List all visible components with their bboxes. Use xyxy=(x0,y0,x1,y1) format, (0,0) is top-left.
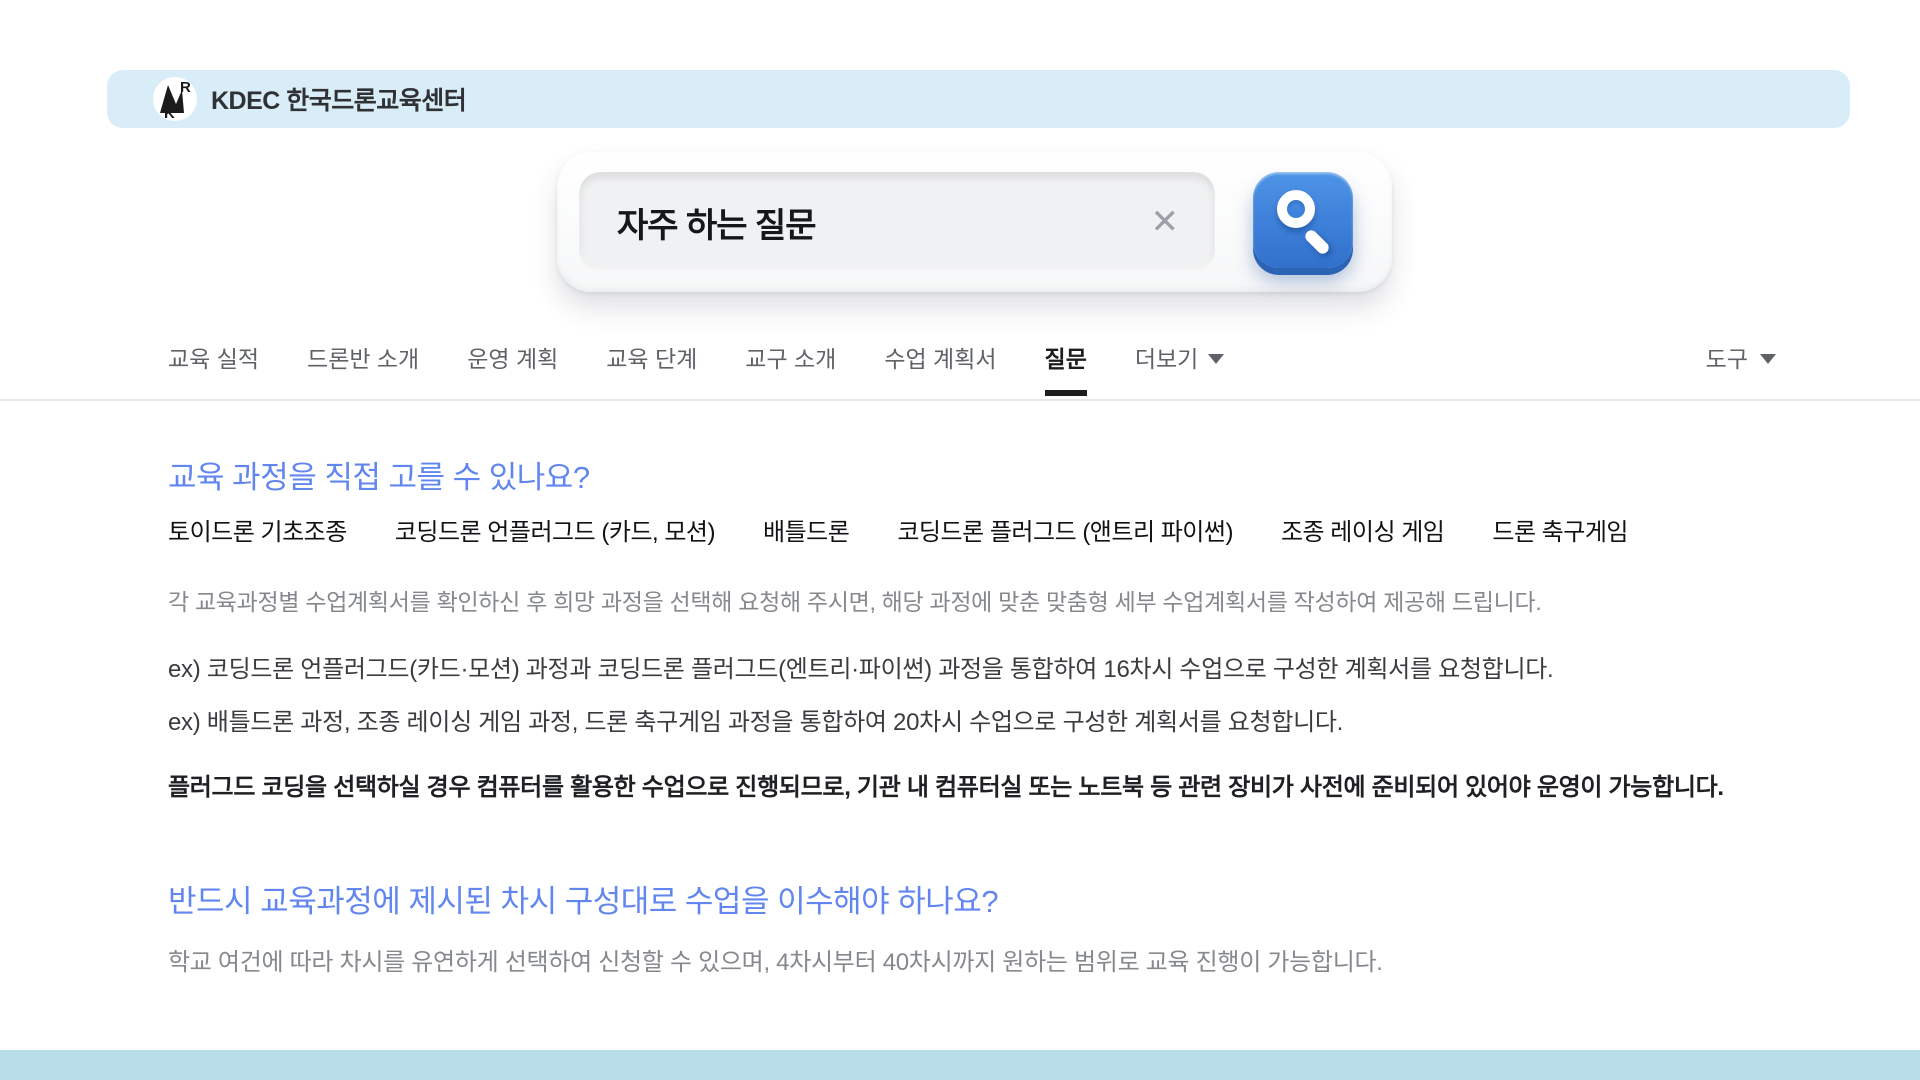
nav-divider xyxy=(0,399,1920,401)
header-banner: R K KDEC 한국드론교육센터 xyxy=(107,70,1850,128)
tab-drone-class-intro[interactable]: 드론반 소개 xyxy=(307,340,419,374)
course-item-toy-drone[interactable]: 토이드론 기초조종 xyxy=(168,512,347,547)
tab-operation-plan[interactable]: 운영 계획 xyxy=(467,340,558,374)
tab-questions[interactable]: 질문 xyxy=(1045,340,1087,374)
footer-bar xyxy=(0,1050,1920,1080)
brand-title: KDEC 한국드론교육센터 xyxy=(211,81,466,117)
faq2-description: 학교 여건에 따라 차시를 유연하게 선택하여 신청할 수 있으며, 4차시부터… xyxy=(168,942,1383,977)
faq1-example-2: ex) 배틀드론 과정, 조종 레이싱 게임 과정, 드론 축구게임 과정을 통… xyxy=(168,702,1343,737)
faq1-example-1: ex) 코딩드론 언플러그드(카드·모션) 과정과 코딩드론 플러그드(엔트리·… xyxy=(168,649,1553,684)
svg-text:K: K xyxy=(164,105,175,121)
search-bar: 자주 하는 질문 ✕ xyxy=(557,152,1392,292)
magnifier-handle-icon xyxy=(1303,228,1331,256)
course-item-coding-plugged[interactable]: 코딩드론 플러그드 (앤트리 파이썬) xyxy=(897,512,1233,547)
tab-teaching-tools[interactable]: 교구 소개 xyxy=(745,340,836,374)
nav-tabs: 교육 실적 드론반 소개 운영 계획 교육 단계 교구 소개 수업 계획서 질문… xyxy=(168,332,1224,382)
magnifier-icon xyxy=(1277,190,1315,228)
faq1-description: 각 교육과정별 수업계획서를 확인하신 후 희망 과정을 선택해 요청해 주시면… xyxy=(168,583,1541,617)
chevron-down-icon xyxy=(1760,354,1776,364)
search-input[interactable]: 자주 하는 질문 ✕ xyxy=(579,172,1215,272)
faq2-question-link[interactable]: 반드시 교육과정에 제시된 차시 구성대로 수업을 이수해야 하나요? xyxy=(168,876,998,921)
search-button[interactable] xyxy=(1253,172,1353,268)
page: R K KDEC 한국드론교육센터 자주 하는 질문 ✕ 교육 실적 드론반 소… xyxy=(0,0,1920,1080)
tab-more[interactable]: 더보기 xyxy=(1135,340,1224,374)
tab-lesson-plan[interactable]: 수업 계획서 xyxy=(884,340,996,374)
course-list: 토이드론 기초조종 코딩드론 언플러그드 (카드, 모션) 배틀드론 코딩드론 … xyxy=(168,512,1628,547)
svg-text:R: R xyxy=(180,79,191,96)
course-item-coding-unplugged[interactable]: 코딩드론 언플러그드 (카드, 모션) xyxy=(395,512,715,547)
course-item-drone-soccer[interactable]: 드론 축구게임 xyxy=(1492,512,1628,547)
course-item-racing-game[interactable]: 조종 레이싱 게임 xyxy=(1281,512,1444,547)
clear-search-icon[interactable]: ✕ xyxy=(1145,205,1186,239)
tab-education-results[interactable]: 교육 실적 xyxy=(168,340,259,374)
course-item-battle-drone[interactable]: 배틀드론 xyxy=(763,512,849,547)
kdec-logo-icon: R K xyxy=(153,77,197,121)
faq1-note: 플러그드 코딩을 선택하실 경우 컴퓨터를 활용한 수업으로 진행되므로, 기관… xyxy=(168,767,1724,802)
chevron-down-icon xyxy=(1208,354,1224,364)
tab-education-stages[interactable]: 교육 단계 xyxy=(606,340,697,374)
tools-menu[interactable]: 도구 xyxy=(1706,332,1776,382)
search-query-text[interactable]: 자주 하는 질문 xyxy=(617,198,1145,247)
faq1-question-link[interactable]: 교육 과정을 직접 고를 수 있나요? xyxy=(168,452,590,497)
